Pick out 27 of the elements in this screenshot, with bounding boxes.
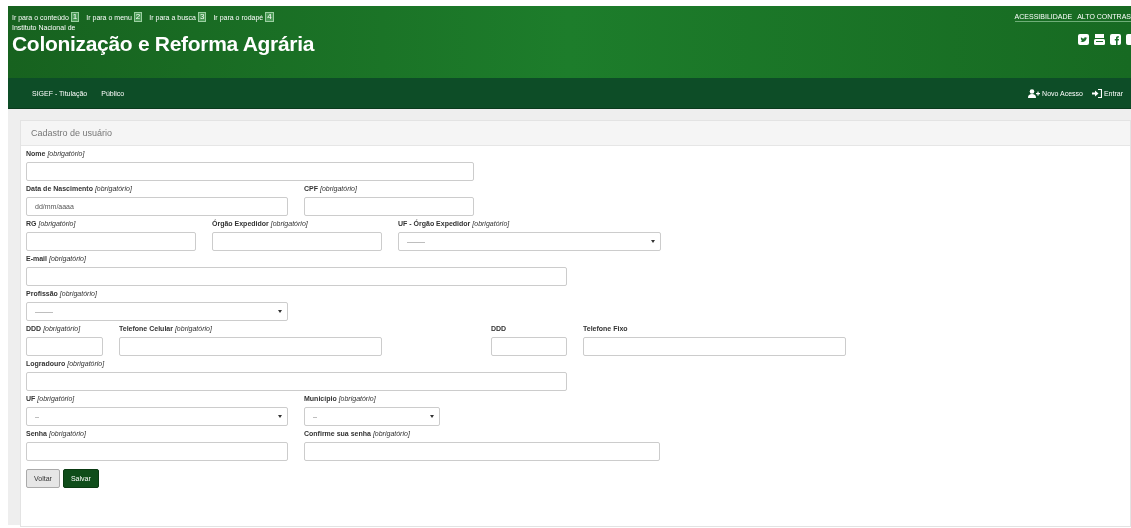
shortcut-key: 4 (265, 12, 274, 22)
shortcut-key: 1 (70, 12, 80, 22)
caret-icon (278, 310, 282, 313)
panel-title: Cadastro de usuário (31, 128, 113, 138)
input-field[interactable] (26, 372, 567, 391)
twitter-icon[interactable] (1078, 34, 1089, 45)
site-title: Colonização e Reforma Agrária (12, 32, 315, 56)
input-field[interactable] (26, 442, 288, 461)
facebook-icon[interactable] (1110, 34, 1121, 45)
input-field[interactable] (26, 337, 103, 356)
input-field[interactable] (26, 232, 196, 251)
shortcut-key: 2 (133, 12, 143, 22)
input-field[interactable] (26, 267, 567, 286)
user-plus-icon (1028, 88, 1041, 98)
input-field[interactable] (304, 442, 660, 461)
sign-in-icon (1091, 88, 1102, 98)
input-field[interactable] (119, 337, 382, 356)
input-field[interactable] (583, 337, 846, 356)
social-icon[interactable] (1126, 34, 1131, 45)
input-field[interactable] (26, 162, 474, 181)
caret-icon (651, 240, 655, 243)
shortcut-key: 3 (197, 12, 207, 22)
input-field[interactable] (491, 337, 567, 356)
input-field[interactable] (304, 197, 474, 216)
caret-icon (278, 415, 282, 418)
caret-icon (430, 415, 434, 418)
input-field[interactable] (212, 232, 382, 251)
